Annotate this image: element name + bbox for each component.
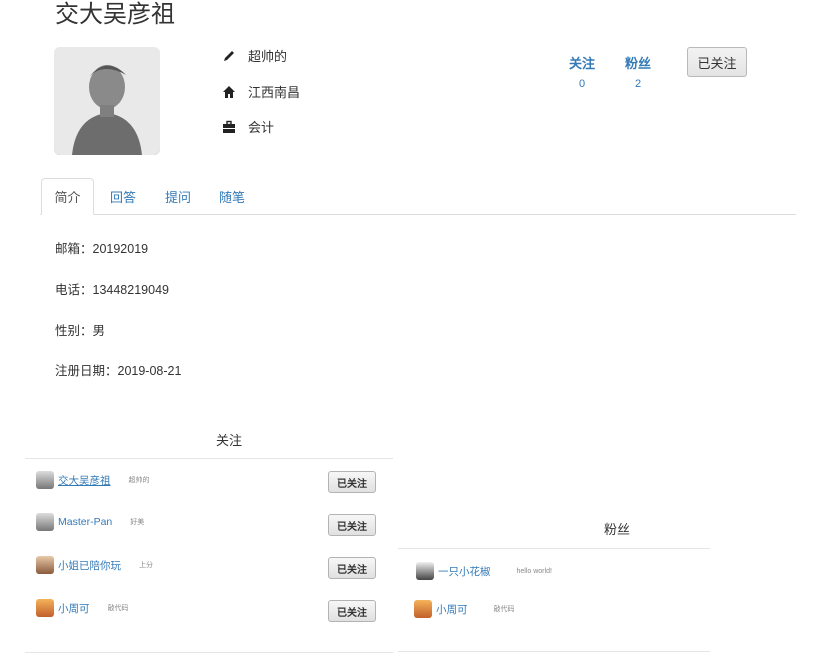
user-avatar[interactable] — [36, 471, 54, 489]
location-text: 江西南昌 — [248, 85, 301, 100]
tab-intro[interactable]: 简介 — [41, 178, 94, 215]
list-item: 小姐已陪你玩 上分 — [36, 556, 153, 574]
user-name-link[interactable]: 小姐已陪你玩 — [58, 558, 121, 573]
user-signature: 敲代码 — [493, 606, 515, 613]
signature-text: 超帅的 — [248, 49, 288, 64]
following-label[interactable]: 关注 — [562, 53, 602, 72]
following-section-title: 关注 — [216, 433, 243, 448]
follow-button[interactable]: 已关注 — [687, 47, 747, 77]
list-item: Master-Pan 好美 — [36, 513, 144, 531]
job-row: 会计 — [222, 117, 274, 136]
user-signature: 上分 — [139, 562, 153, 569]
email-detail: 邮箱：20192019 — [55, 242, 149, 256]
unfollow-button[interactable]: 已关注 — [328, 600, 376, 622]
user-name-link[interactable]: 交大吴彦祖 — [58, 473, 111, 488]
user-signature: 敲代码 — [107, 605, 129, 612]
user-name-link[interactable]: Master-Pan — [58, 516, 112, 528]
tabs-divider — [40, 214, 796, 215]
list-item: 小周可 敲代码 — [36, 599, 129, 617]
following-stat[interactable]: 关注 0 — [562, 53, 602, 90]
fans-section-title: 粉丝 — [604, 522, 631, 537]
user-avatar[interactable] — [36, 556, 54, 574]
user-avatar[interactable] — [414, 600, 432, 618]
register-date-detail: 注册日期：2019-08-21 — [55, 364, 182, 378]
tab-essays[interactable]: 随笔 — [209, 178, 255, 214]
user-name-link[interactable]: 小周可 — [58, 601, 90, 616]
location-row: 江西南昌 — [222, 82, 300, 101]
profile-avatar — [54, 47, 160, 155]
following-bottom-divider — [25, 652, 393, 653]
user-signature: 好美 — [130, 519, 145, 526]
fans-count: 2 — [634, 78, 642, 90]
gender-detail: 性别：男 — [55, 324, 106, 338]
user-avatar[interactable] — [36, 513, 54, 531]
pencil-icon — [222, 49, 236, 63]
list-item: 一只小花椒 hello world! — [416, 562, 552, 580]
list-item: 小周可 敲代码 — [414, 600, 515, 618]
user-signature: 超帅的 — [128, 477, 150, 484]
user-avatar[interactable] — [36, 599, 54, 617]
fans-top-divider — [398, 548, 710, 549]
list-item: 交大吴彦祖 超帅的 — [36, 471, 150, 489]
job-text: 会计 — [248, 120, 275, 135]
profile-name: 交大吴彦祖 — [55, 1, 175, 28]
fans-label[interactable]: 粉丝 — [618, 53, 658, 72]
user-name-link[interactable]: 小周可 — [436, 602, 468, 617]
unfollow-button[interactable]: 已关注 — [328, 557, 376, 579]
phone-detail: 电话：13448219049 — [55, 283, 169, 297]
unfollow-button[interactable]: 已关注 — [328, 471, 376, 493]
user-name-link[interactable]: 一只小花椒 — [438, 564, 491, 579]
home-icon — [222, 85, 236, 99]
briefcase-icon — [222, 120, 236, 134]
fans-stat[interactable]: 粉丝 2 — [618, 53, 658, 90]
unfollow-button[interactable]: 已关注 — [328, 514, 376, 536]
tab-answers[interactable]: 回答 — [100, 178, 146, 214]
user-signature: hello world! — [516, 567, 552, 575]
following-top-divider — [25, 458, 393, 459]
signature-row: 超帅的 — [222, 46, 287, 65]
user-avatar[interactable] — [416, 562, 434, 580]
following-count: 0 — [578, 78, 586, 90]
fans-bottom-divider — [398, 651, 710, 652]
tab-questions[interactable]: 提问 — [155, 178, 201, 214]
